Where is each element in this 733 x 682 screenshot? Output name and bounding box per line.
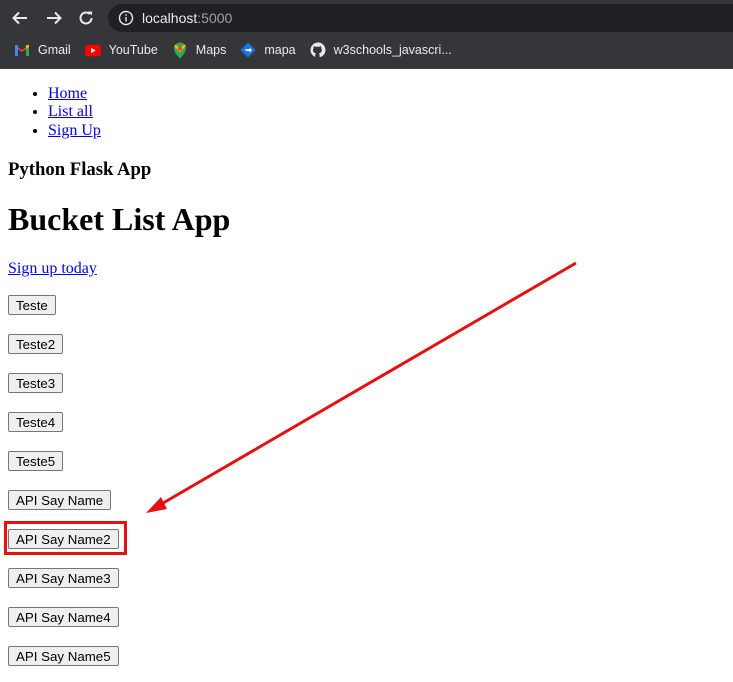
- bookmark-label: Gmail: [38, 43, 71, 57]
- reload-button[interactable]: [74, 6, 98, 30]
- url-port: :5000: [197, 10, 233, 26]
- address-bar[interactable]: localhost:5000: [108, 4, 733, 32]
- bookmark-maps[interactable]: Maps: [172, 42, 227, 58]
- page-content: Home List all Sign Up Python Flask App B…: [0, 69, 733, 682]
- bookmark-label: w3schools_javascri...: [333, 43, 452, 57]
- annotation-arrow: [146, 261, 577, 513]
- bookmarks-bar: Gmail YouTube Maps mapa w3schools_javasc…: [0, 37, 733, 63]
- back-arrow-icon: [12, 11, 27, 25]
- bookmark-label: YouTube: [108, 43, 158, 57]
- forward-arrow-icon: [47, 11, 62, 25]
- reload-icon: [79, 11, 93, 25]
- browser-chrome: localhost:5000 Gmail YouTube Maps mapa w…: [0, 0, 733, 69]
- mapa-icon: [240, 42, 256, 58]
- browser-toolbar: localhost:5000: [0, 0, 733, 36]
- youtube-icon: [84, 42, 101, 58]
- info-icon[interactable]: [118, 10, 134, 26]
- bookmark-gmail[interactable]: Gmail: [14, 42, 71, 58]
- gmail-icon: [14, 42, 30, 58]
- address-text: localhost:5000: [142, 10, 232, 26]
- forward-button[interactable]: [42, 6, 66, 30]
- bookmark-label: mapa: [264, 43, 296, 57]
- back-button[interactable]: [8, 6, 32, 30]
- github-icon: [310, 42, 326, 58]
- bookmark-label: Maps: [195, 43, 227, 57]
- bookmark-w3schools[interactable]: w3schools_javascri...: [310, 42, 452, 58]
- bookmark-mapa[interactable]: mapa: [240, 42, 296, 58]
- bookmark-youtube[interactable]: YouTube: [84, 42, 158, 58]
- maps-icon: [172, 42, 188, 58]
- url-host: localhost: [142, 10, 198, 26]
